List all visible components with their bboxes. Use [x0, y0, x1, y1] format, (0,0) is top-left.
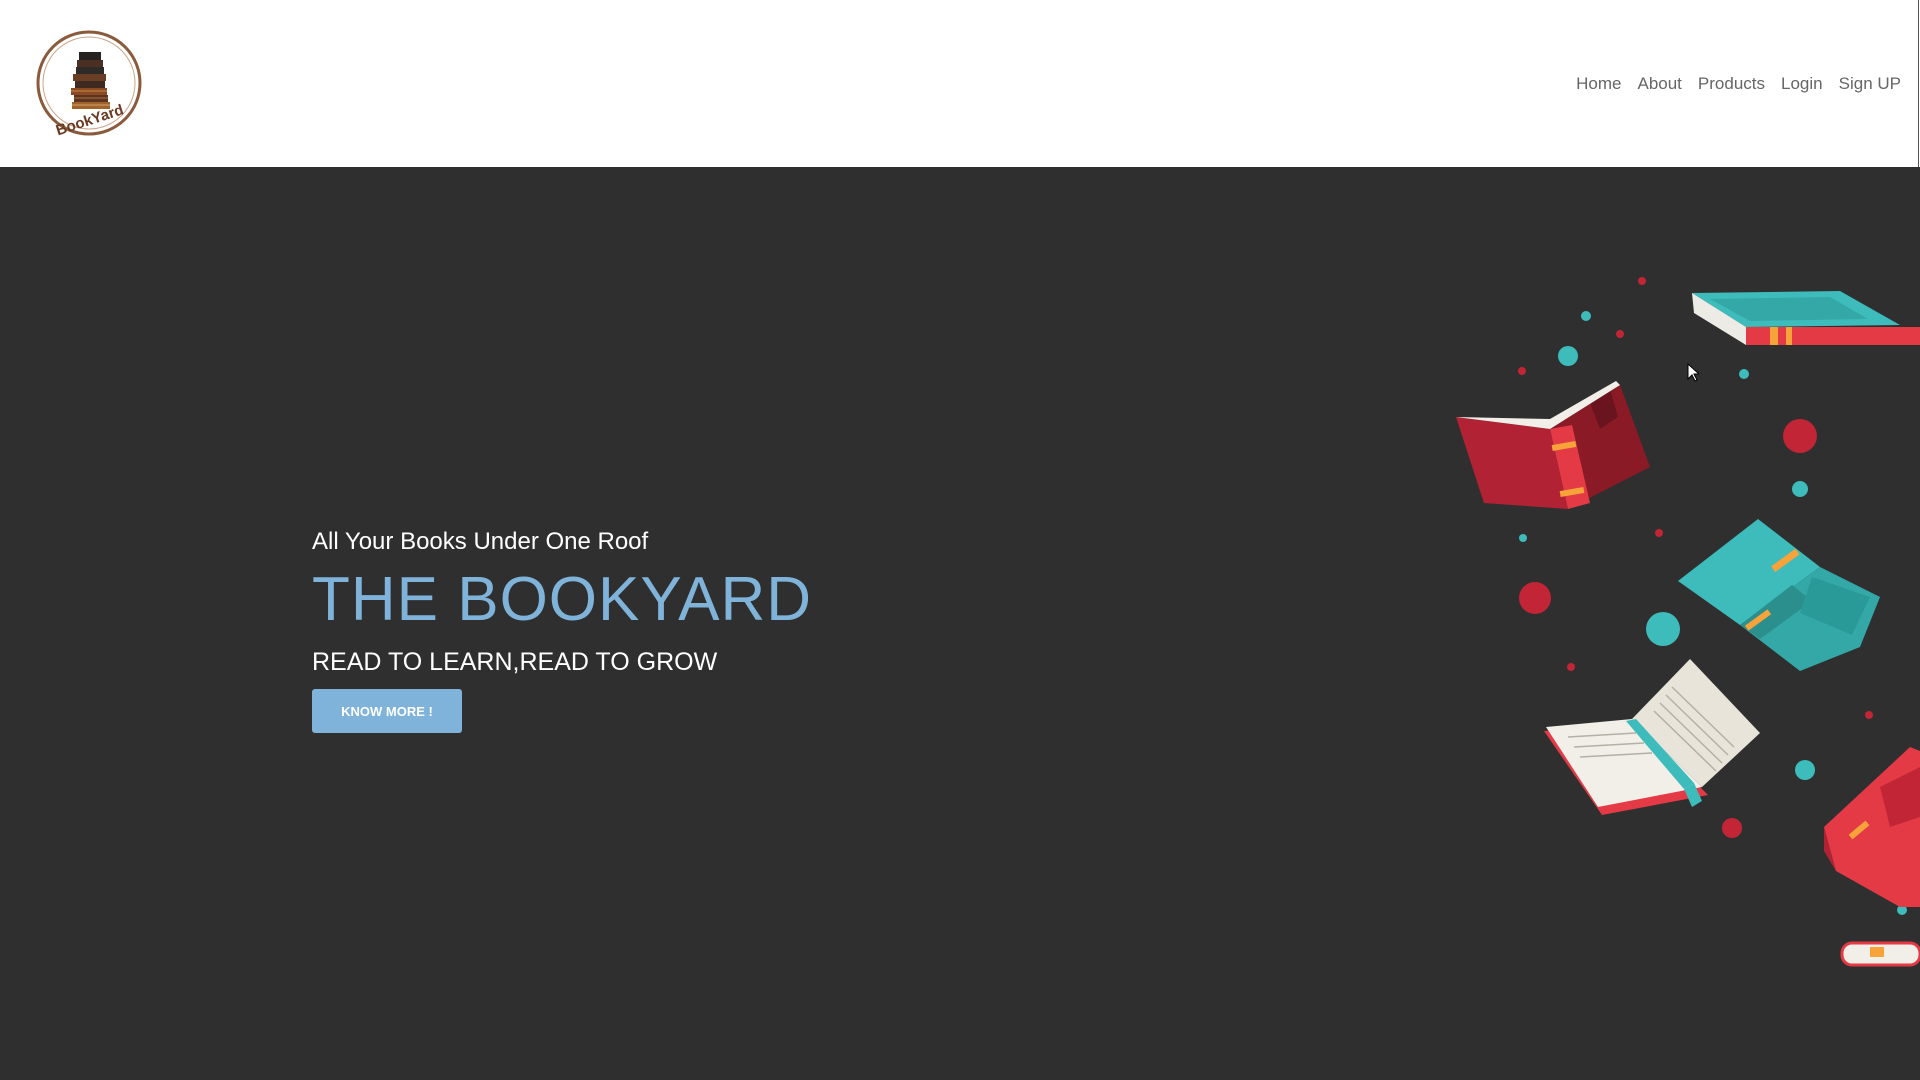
bookyard-logo[interactable]: BookYard [36, 30, 142, 136]
nav-about[interactable]: About [1637, 74, 1681, 94]
nav-products[interactable]: Products [1698, 74, 1765, 94]
hero-tagline: All Your Books Under One Roof [312, 528, 649, 555]
white-book-open-icon [1544, 659, 1760, 815]
nav-home[interactable]: Home [1576, 74, 1621, 94]
teal-book-open-icon [1678, 519, 1880, 671]
know-more-button[interactable]: KNOW MORE ! [312, 689, 462, 733]
nav-sign-up[interactable]: Sign UP [1839, 74, 1901, 94]
hero-section: All Your Books Under One Roof THE BOOKYA… [0, 167, 1920, 1080]
nav-login[interactable]: Login [1781, 74, 1823, 94]
hero-content: All Your Books Under One Roof THE BOOKYA… [312, 527, 1012, 733]
main-nav: Home About Products Login Sign UP [1576, 72, 1901, 96]
small-book-closed-icon [1840, 941, 1920, 967]
red-book-lower-icon [1824, 747, 1920, 907]
flying-books-illustration [1456, 277, 1920, 967]
hero-subtitle: READ TO LEARN,READ TO GROW [312, 648, 718, 676]
teal-book-closed-icon [1692, 291, 1920, 345]
mouse-cursor-icon [1687, 363, 1699, 382]
site-header: BookYard Home About Products Login Sign … [0, 0, 1920, 167]
hero-title: THE BOOKYARD [312, 565, 813, 634]
scrollbar[interactable] [1918, 0, 1919, 167]
red-book-open-icon [1456, 381, 1650, 509]
